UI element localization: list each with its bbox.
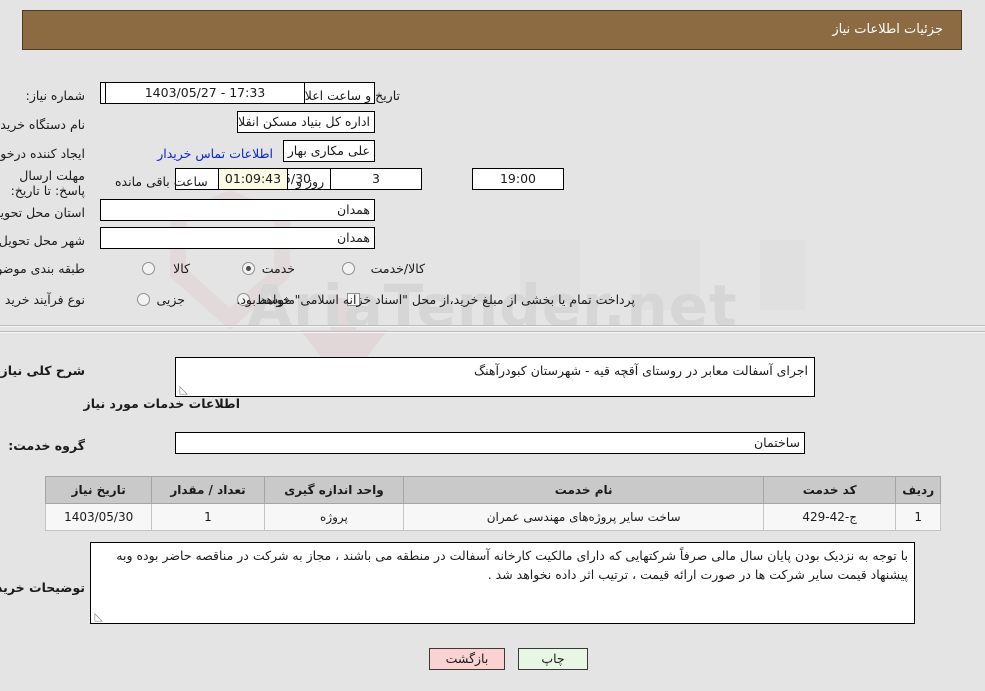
col-header-name: نام خدمت (403, 476, 765, 504)
province-label: استان محل تحویل: (0, 205, 85, 220)
remaining-time-label: ساعت باقی مانده (115, 174, 208, 189)
description-value: اجرای آسفالت معابر در روستای آقچه قیه - … (473, 363, 808, 378)
description-textarea[interactable]: اجرای آسفالت معابر در روستای آقچه قیه - … (175, 357, 815, 397)
buyer-notes-textarea[interactable]: با توجه به نزدیک بودن پایان سال مالی صرف… (90, 542, 915, 624)
col-header-quantity: تعداد / مقدار (151, 476, 265, 504)
page-title: جزئیات اطلاعات نیاز (832, 22, 943, 37)
radio-category-kala-khedmat-label: کالا/خدمت (370, 261, 425, 276)
need-number-label: شماره نیاز: (25, 88, 85, 103)
cell-name: ساخت سایر پروژه‌های مهندسی عمران (403, 503, 765, 531)
table-row: 1 ج-42-429 ساخت سایر پروژه‌های مهندسی عم… (44, 503, 941, 531)
requester-label: ایجاد کننده درخواست: (0, 146, 85, 161)
cell-need-date: 1403/05/30 (44, 503, 153, 531)
col-header-row: ردیف (895, 476, 941, 504)
radio-category-kala-label: کالا (173, 261, 190, 276)
watermark-block-2 (640, 240, 700, 310)
remaining-days-label: روز و (296, 174, 325, 189)
buyer-notes-value: با توجه به نزدیک بودن پایان سال مالی صرف… (116, 548, 908, 582)
col-header-need-date: تاریخ نیاز (44, 476, 153, 504)
category-label: طبقه بندی موضوعی: (0, 261, 85, 276)
divider-2 (0, 331, 985, 333)
province-value: همدان (100, 199, 375, 221)
announce-value: 17:33 - 1403/05/27 (105, 82, 305, 104)
watermark-block-3 (760, 240, 805, 310)
buyer-notes-label: توضیحات خریدار: (0, 580, 85, 595)
radio-process-jozii[interactable] (137, 293, 150, 306)
buyer-contact-link[interactable]: اطلاعات تماس خریدار (157, 146, 273, 161)
deadline-label: مهلت ارسال پاسخ: تا تاریخ: (10, 168, 85, 198)
radio-category-khedmat-label: خدمت (261, 261, 295, 276)
cell-unit: پروژه (263, 503, 405, 531)
requester-value: علی مکاری بهار کارشناس امور قراردادها اد… (283, 140, 375, 162)
cell-row: 1 (895, 503, 941, 531)
resize-grip-icon[interactable]: ◺ (178, 384, 188, 395)
cell-code: ج-42-429 (763, 503, 897, 531)
radio-category-kala[interactable] (142, 262, 155, 275)
cell-quantity: 1 (151, 503, 265, 531)
description-label: شرح کلی نیاز: (0, 363, 85, 378)
services-table-header-row: ردیف کد خدمت نام خدمت واحد اندازه گیری ت… (44, 476, 941, 504)
process-label: نوع فرآیند خرید : (0, 292, 85, 307)
resize-grip-icon-notes[interactable]: ◺ (93, 611, 103, 622)
services-section-title: اطلاعات خدمات مورد نیاز (83, 396, 241, 411)
buyer-org-value: اداره کل بنیاد مسکن انقلاب اسلامی استان … (237, 111, 375, 133)
service-group-label: گروه خدمت: (8, 438, 85, 453)
treasury-note-label: پرداخت تمام یا بخشی از مبلغ خرید،از محل … (236, 292, 635, 307)
remaining-days-value: 3 (330, 168, 422, 190)
city-label: شهر محل تحویل: (0, 233, 85, 248)
services-table: ردیف کد خدمت نام خدمت واحد اندازه گیری ت… (44, 476, 941, 531)
city-value: همدان (100, 227, 375, 249)
col-header-unit: واحد اندازه گیری (263, 476, 405, 504)
divider-1 (0, 325, 985, 327)
radio-category-kala-khedmat[interactable] (342, 262, 355, 275)
page-title-bar: جزئیات اطلاعات نیاز (22, 10, 962, 50)
remaining-time-value: 01:09:43 (218, 168, 288, 190)
back-button[interactable]: بازگشت (429, 648, 505, 670)
print-button[interactable]: چاپ (518, 648, 588, 670)
radio-process-jozii-label: جزیی (156, 292, 185, 307)
page-root: AriaTender.net جزئیات اطلاعات نیاز شماره… (0, 0, 985, 691)
radio-category-khedmat[interactable] (242, 262, 255, 275)
buyer-org-label: نام دستگاه خریدار: (0, 117, 85, 132)
service-group-value: ساختمان (175, 432, 805, 454)
col-header-code: کد خدمت (763, 476, 897, 504)
deadline-hour-value: 19:00 (472, 168, 564, 190)
